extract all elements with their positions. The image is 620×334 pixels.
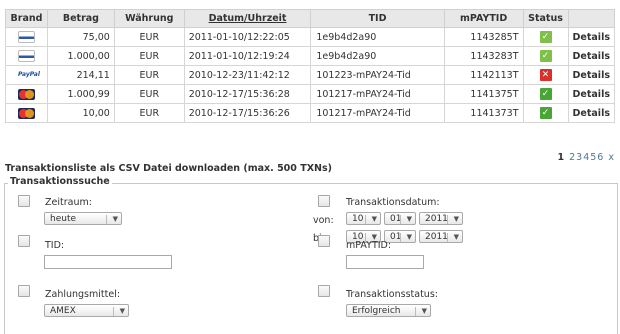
amount-cell: 1.000,00 [46,46,115,66]
mpaytid-cell: 1143283T [443,46,524,66]
zahlungsmittel-value: AMEX [50,306,76,316]
tid-input[interactable] [44,255,172,269]
tid-checkbox[interactable] [18,235,30,247]
mastercard-logo [17,88,35,100]
mastercard-logo [17,107,35,119]
col-header-status: Status [522,9,569,28]
chevron-down-icon: ▼ [453,215,459,223]
amount-cell: 75,00 [46,27,115,47]
mpaytid-label: mPAYTID: [346,240,392,251]
chevron-down-icon: ▼ [406,215,412,223]
col-header-mpaytid: mPAYTID [443,9,524,28]
chevron-down-icon: ▼ [421,307,427,315]
tid-label: TID: [45,240,65,251]
table-row: 10,00 EUR 2010-12-17/15:36:26 101217-mPA… [5,103,616,123]
transaktionsstatus-select[interactable]: Erfolgreich ▼ [346,304,431,317]
pending-icon: ✓ [539,31,552,43]
mpaytid-input[interactable] [346,255,424,269]
zeitraum-label: Zeitraum: [45,197,92,208]
col-header-betrag: Betrag [46,9,115,28]
col-header-datum-sort-link[interactable]: Datum/Uhrzeit [183,9,312,28]
page-more-link[interactable]: x [608,152,615,163]
details-link[interactable]: Details [567,27,616,47]
tid-cell: 101217-mPAY24-Tid [310,103,445,123]
zeitraum-select[interactable]: heute ▼ [44,212,122,225]
success-icon: ✓ [539,88,552,100]
von-year-select[interactable]: 2011 ▼ [419,212,463,225]
zeitraum-value: heute [50,214,77,224]
transaktionsstatus-label: Transaktionsstatus: [346,289,438,300]
col-header-tid: TID [310,9,445,28]
details-link[interactable]: Details [567,84,616,104]
datetime-cell: 2011-01-10/12:22:05 [183,27,312,47]
page-link[interactable]: 6 [597,152,604,163]
col-header-actions [567,9,616,28]
von-label: von: [313,215,334,226]
transactions-table: Brand Betrag Währung Datum/Uhrzeit TID m… [5,9,616,123]
search-legend: Transaktionssuche [8,176,112,187]
currency-cell: EUR [113,65,185,85]
tid-cell: 1e9b4d2a90 [310,46,445,66]
success-icon: ✓ [539,107,552,119]
table-header-row: Brand Betrag Währung Datum/Uhrzeit TID m… [5,9,616,28]
zahlungsmittel-checkbox[interactable] [18,285,30,297]
amount-cell: 214,11 [46,65,115,85]
currency-cell: EUR [113,84,185,104]
currency-cell: EUR [113,27,185,47]
mpaytid-cell: 1142113T [443,65,524,85]
page-current: 1 [557,152,566,163]
amount-cell: 10,00 [46,103,115,123]
currency-cell: EUR [113,103,185,123]
datetime-cell: 2010-12-17/15:36:28 [183,84,312,104]
csv-download-link[interactable]: Transaktionsliste als CSV Datei download… [5,163,332,174]
transaktionsdatum-label: Transaktionsdatum: [346,197,440,208]
col-header-brand: Brand [5,9,48,28]
transaktionsstatus-value: Erfolgreich [352,306,401,316]
mpaytid-cell: 1143285T [443,27,524,47]
zeitraum-checkbox[interactable] [18,195,30,207]
table-row: 1.000,99 EUR 2010-12-17/15:36:28 101217-… [5,84,616,104]
mpaytid-checkbox[interactable] [318,235,330,247]
mpaytid-cell: 1141375T [443,84,524,104]
paypal-logo: PayPal [17,70,40,80]
bank-icon [17,50,35,62]
chevron-down-icon: ▼ [112,215,118,223]
currency-cell: EUR [113,46,185,66]
bank-icon [17,31,35,43]
von-month-select[interactable]: 01 ▼ [384,212,416,225]
table-row: PayPal 214,11 EUR 2010-12-23/11:42:12 10… [5,65,616,85]
pagination: 1 23456 x [557,152,615,163]
table-row: 75,00 EUR 2011-01-10/12:22:05 1e9b4d2a90… [5,27,616,47]
details-link[interactable]: Details [567,65,616,85]
transaktionsdatum-checkbox[interactable] [318,195,330,207]
tid-cell: 1e9b4d2a90 [310,27,445,47]
details-link[interactable]: Details [567,46,616,66]
von-day-select[interactable]: 10 ▼ [346,212,381,225]
chevron-down-icon: ▼ [453,233,459,241]
details-link[interactable]: Details [567,103,616,123]
error-icon: ✕ [539,69,552,81]
amount-cell: 1.000,99 [46,84,115,104]
tid-cell: 101217-mPAY24-Tid [310,84,445,104]
zahlungsmittel-select[interactable]: AMEX ▼ [44,304,129,317]
bis-year-select[interactable]: 2011 ▼ [419,230,463,243]
transaktionsstatus-checkbox[interactable] [318,285,330,297]
chevron-down-icon: ▼ [406,233,412,241]
zahlungsmittel-label: Zahlungsmittel: [45,289,121,300]
chevron-down-icon: ▼ [371,215,377,223]
datetime-cell: 2011-01-10/12:19:24 [183,46,312,66]
datetime-cell: 2010-12-23/11:42:12 [183,65,312,85]
tid-cell: 101223-mPAY24-Tid [310,65,445,85]
datetime-cell: 2010-12-17/15:36:26 [183,103,312,123]
col-header-waehrung: Währung [113,9,185,28]
mpaytid-cell: 1141373T [443,103,524,123]
pending-icon: ✓ [539,50,552,62]
chevron-down-icon: ▼ [119,307,125,315]
table-row: 1.000,00 EUR 2011-01-10/12:19:24 1e9b4d2… [5,46,616,66]
